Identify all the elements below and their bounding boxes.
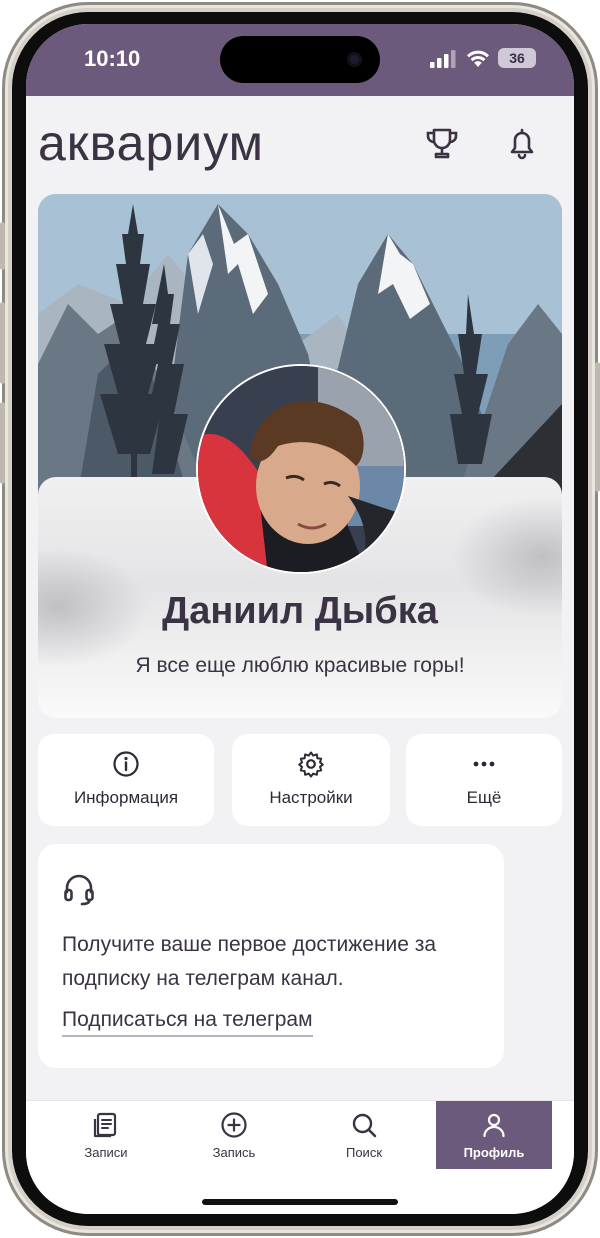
more-dots-icon	[473, 761, 495, 767]
trophy-icon[interactable]	[422, 124, 462, 164]
tab-new-entry-label: Запись	[212, 1145, 256, 1160]
tab-profile-label: Профиль	[463, 1145, 525, 1160]
battery-icon: 36	[498, 48, 536, 68]
avatar[interactable]	[196, 364, 406, 574]
gear-icon	[298, 751, 324, 778]
info-icon	[113, 751, 139, 777]
tab-bar: Записи Запись Поиск Профиль	[26, 1100, 574, 1214]
tab-notes[interactable]: Записи	[48, 1101, 164, 1169]
bell-icon[interactable]	[502, 124, 542, 164]
tab-profile[interactable]: Профиль	[436, 1101, 552, 1169]
app-logo: аквариум	[38, 115, 265, 171]
plus-circle-icon	[221, 1112, 247, 1138]
status-time: 10:10	[84, 46, 141, 71]
search-icon	[352, 1113, 377, 1138]
notes-icon	[93, 1112, 117, 1138]
avatar-photo	[198, 366, 404, 572]
app-header: аквариум	[26, 96, 574, 192]
info-button-label: Информация	[73, 788, 179, 807]
action-button	[0, 222, 5, 270]
tab-search-label: Поиск	[345, 1145, 383, 1160]
achievement-text: Получите ваше первое достижение за подпи…	[62, 933, 437, 990]
settings-button[interactable]: Настройки	[232, 734, 390, 826]
achievement-card: Получите ваше первое достижение за подпи…	[38, 844, 504, 1068]
dynamic-island	[220, 36, 380, 83]
status-bar: 10:10 36	[26, 24, 574, 96]
headset-icon	[64, 874, 94, 906]
front-camera-icon	[347, 52, 362, 67]
profile-bio: Я все еще люблю красивые горы!	[135, 654, 465, 677]
phone-screen: 10:10 36 аквариум Даниил Дыбка Я все еще…	[26, 24, 574, 1214]
tab-search[interactable]: Поиск	[306, 1101, 422, 1169]
more-button[interactable]: Ещё	[406, 734, 562, 826]
subscribe-telegram-link[interactable]: Подписаться на телеграм	[62, 1008, 313, 1037]
volume-down-button	[0, 402, 5, 484]
power-button	[595, 362, 600, 492]
tab-new-entry[interactable]: Запись	[176, 1101, 292, 1169]
settings-button-label: Настройки	[269, 788, 353, 807]
user-icon	[483, 1113, 505, 1138]
profile-name: Даниил Дыбка	[162, 590, 438, 632]
home-indicator	[202, 1199, 398, 1205]
volume-up-button	[0, 302, 5, 384]
profile-card: Даниил Дыбка Я все еще люблю красивые го…	[38, 194, 562, 718]
wifi-icon	[467, 50, 489, 67]
cellular-signal-icon	[430, 50, 456, 68]
more-button-label: Ещё	[466, 788, 502, 807]
info-button[interactable]: Информация	[38, 734, 214, 826]
tab-notes-label: Записи	[84, 1145, 128, 1160]
